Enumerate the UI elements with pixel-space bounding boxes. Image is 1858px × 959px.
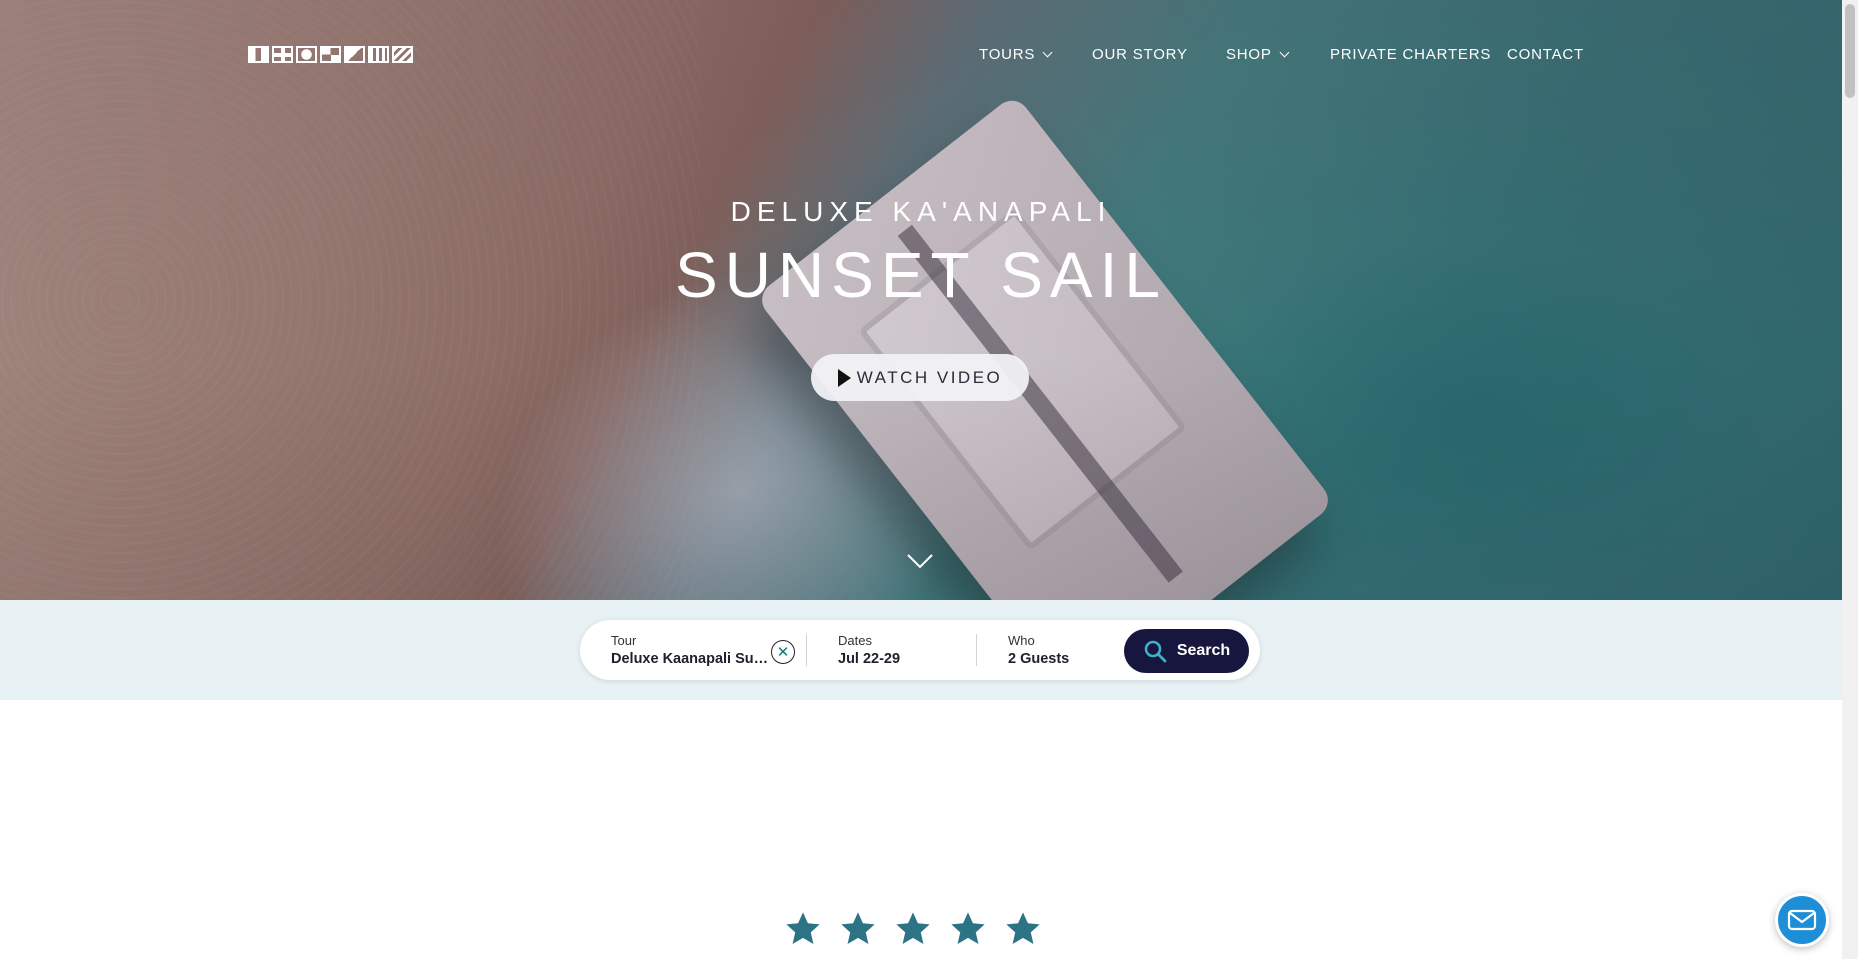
nav-item-label: PRIVATE CHARTERS — [1330, 46, 1492, 63]
chevron-down-icon — [1042, 47, 1053, 58]
who-label: Who — [1008, 633, 1035, 648]
nav-item-contact[interactable]: CONTACT — [1507, 46, 1584, 63]
watch-video-button[interactable]: WATCH VIDEO — [811, 354, 1029, 401]
search-button-label: Search — [1176, 642, 1231, 659]
nav-item-label: TOURS — [979, 46, 1036, 63]
nav-item-shop[interactable]: SHOP — [1226, 46, 1290, 63]
chat-button[interactable] — [1775, 893, 1829, 947]
logo-flag-icon — [296, 46, 317, 63]
divider — [806, 634, 807, 666]
watch-video-label: WATCH VIDEO — [856, 367, 1003, 387]
logo-flag-icon — [344, 46, 365, 63]
nav-item-label: OUR STORY — [1092, 46, 1188, 63]
logo-flag-icon — [368, 46, 389, 63]
search-icon — [1144, 640, 1167, 663]
star-icon — [1006, 912, 1040, 945]
who-value: 2 Guests — [1008, 651, 1070, 667]
nav-item-label: CONTACT — [1507, 46, 1584, 63]
tour-value: Deluxe Kaanapali Sun... — [611, 651, 769, 667]
star-icon — [896, 912, 930, 945]
chevron-down-icon — [1279, 47, 1290, 58]
hero-kicker: DELUXE KA'ANAPALI — [730, 196, 1112, 227]
nav-item-our-story[interactable]: OUR STORY — [1092, 46, 1188, 63]
search-bar: Tour Deluxe Kaanapali Sun... ✕ Dates Jul… — [580, 620, 1260, 680]
logo-flag-icon — [272, 46, 293, 63]
rating-stars — [784, 910, 1042, 948]
star-icon — [786, 912, 820, 945]
hero-title: SUNSET SAIL — [675, 239, 1167, 311]
scrollbar-thumb[interactable] — [1845, 4, 1855, 98]
nav-item-label: SHOP — [1226, 46, 1272, 63]
search-button[interactable]: Search — [1124, 629, 1249, 673]
divider — [976, 634, 977, 666]
scrollbar[interactable] — [1842, 0, 1858, 959]
star-icon — [951, 912, 985, 945]
logo-flag-icon — [320, 46, 341, 63]
nav-item-private-charters[interactable]: PRIVATE CHARTERS — [1330, 46, 1491, 63]
logo-flag-icon — [392, 46, 413, 63]
dates-label: Dates — [838, 633, 872, 648]
site-logo[interactable] — [248, 46, 413, 63]
star-icon — [841, 912, 875, 945]
tour-label: Tour — [611, 633, 637, 648]
close-icon: ✕ — [776, 643, 790, 661]
clear-tour-button[interactable]: ✕ — [771, 640, 795, 664]
chevron-down-icon[interactable] — [906, 547, 934, 575]
nav-item-tours[interactable]: TOURS — [979, 46, 1053, 63]
dates-value: Jul 22-29 — [838, 651, 901, 667]
logo-flag-icon — [248, 46, 269, 63]
mail-icon — [1787, 909, 1817, 931]
play-icon — [837, 368, 851, 387]
